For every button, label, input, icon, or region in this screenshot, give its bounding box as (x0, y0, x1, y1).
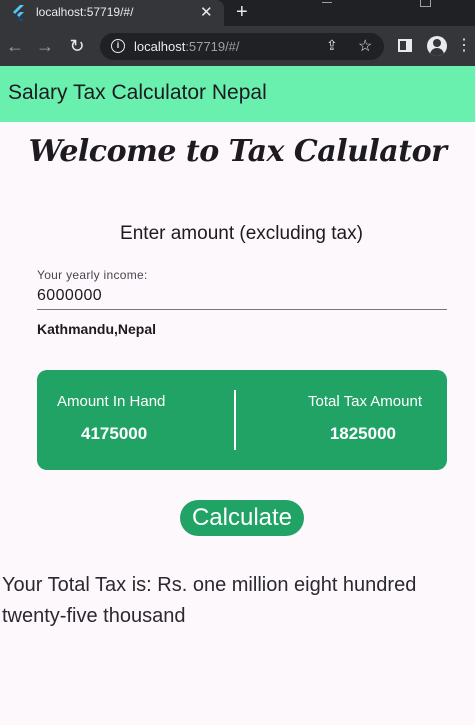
minimize-icon[interactable] (318, 0, 338, 8)
card-divider (234, 390, 236, 450)
maximize-icon[interactable] (416, 0, 436, 8)
browser-tab[interactable]: localhost:57719/#/ ✕ (0, 0, 224, 26)
back-arrow-icon[interactable]: ← (4, 35, 26, 57)
total-tax-value: 1825000 (329, 424, 396, 443)
total-tax-label: Total Tax Amount (308, 393, 422, 410)
browser-toolbar: ← → ↻ i localhost:57719/#/ ⇪ ☆ ⋮ (0, 26, 475, 66)
reload-icon[interactable]: ↻ (66, 35, 88, 57)
new-tab-button[interactable]: + (236, 1, 248, 23)
calculate-button[interactable]: Calculate (180, 500, 304, 536)
tab-title: localhost:57719/#/ (36, 5, 134, 19)
welcome-heading: Welcome to Tax Calulator (28, 134, 447, 169)
bookmark-star-icon[interactable]: ☆ (358, 36, 372, 56)
more-menu-icon[interactable]: ⋮ (456, 35, 472, 57)
address-bar[interactable]: i localhost:57719/#/ ⇪ ☆ (100, 33, 384, 60)
total-tax-words: Your Total Tax is: Rs. one million eight… (2, 574, 417, 627)
enter-amount-heading: Enter amount (excluding tax) (120, 223, 363, 244)
forward-arrow-icon[interactable]: → (34, 35, 56, 57)
amount-in-hand-value: 4175000 (81, 424, 148, 443)
url-path: :57719/#/ (185, 39, 240, 54)
income-input[interactable] (37, 282, 447, 310)
result-card: Amount In Hand 4175000 Total Tax Amount … (37, 370, 447, 470)
tab-close-icon[interactable]: ✕ (200, 3, 213, 21)
location-text: Kathmandu,Nepal (37, 321, 157, 337)
side-panel-icon[interactable] (398, 39, 412, 52)
url-host: localhost (134, 39, 186, 54)
share-icon[interactable]: ⇪ (326, 37, 338, 54)
income-field-label: Your yearly income: (37, 268, 148, 282)
profile-avatar-icon[interactable] (427, 36, 447, 56)
info-icon[interactable]: i (111, 39, 125, 53)
app-bar: Salary Tax Calculator Nepal (0, 66, 475, 122)
flutter-logo-icon (13, 5, 24, 21)
browser-tabbar: localhost:57719/#/ ✕ + (0, 0, 475, 26)
url-text[interactable]: localhost:57719/#/ (134, 39, 240, 54)
app-title: Salary Tax Calculator Nepal (8, 81, 267, 104)
amount-in-hand-label: Amount In Hand (57, 393, 166, 410)
